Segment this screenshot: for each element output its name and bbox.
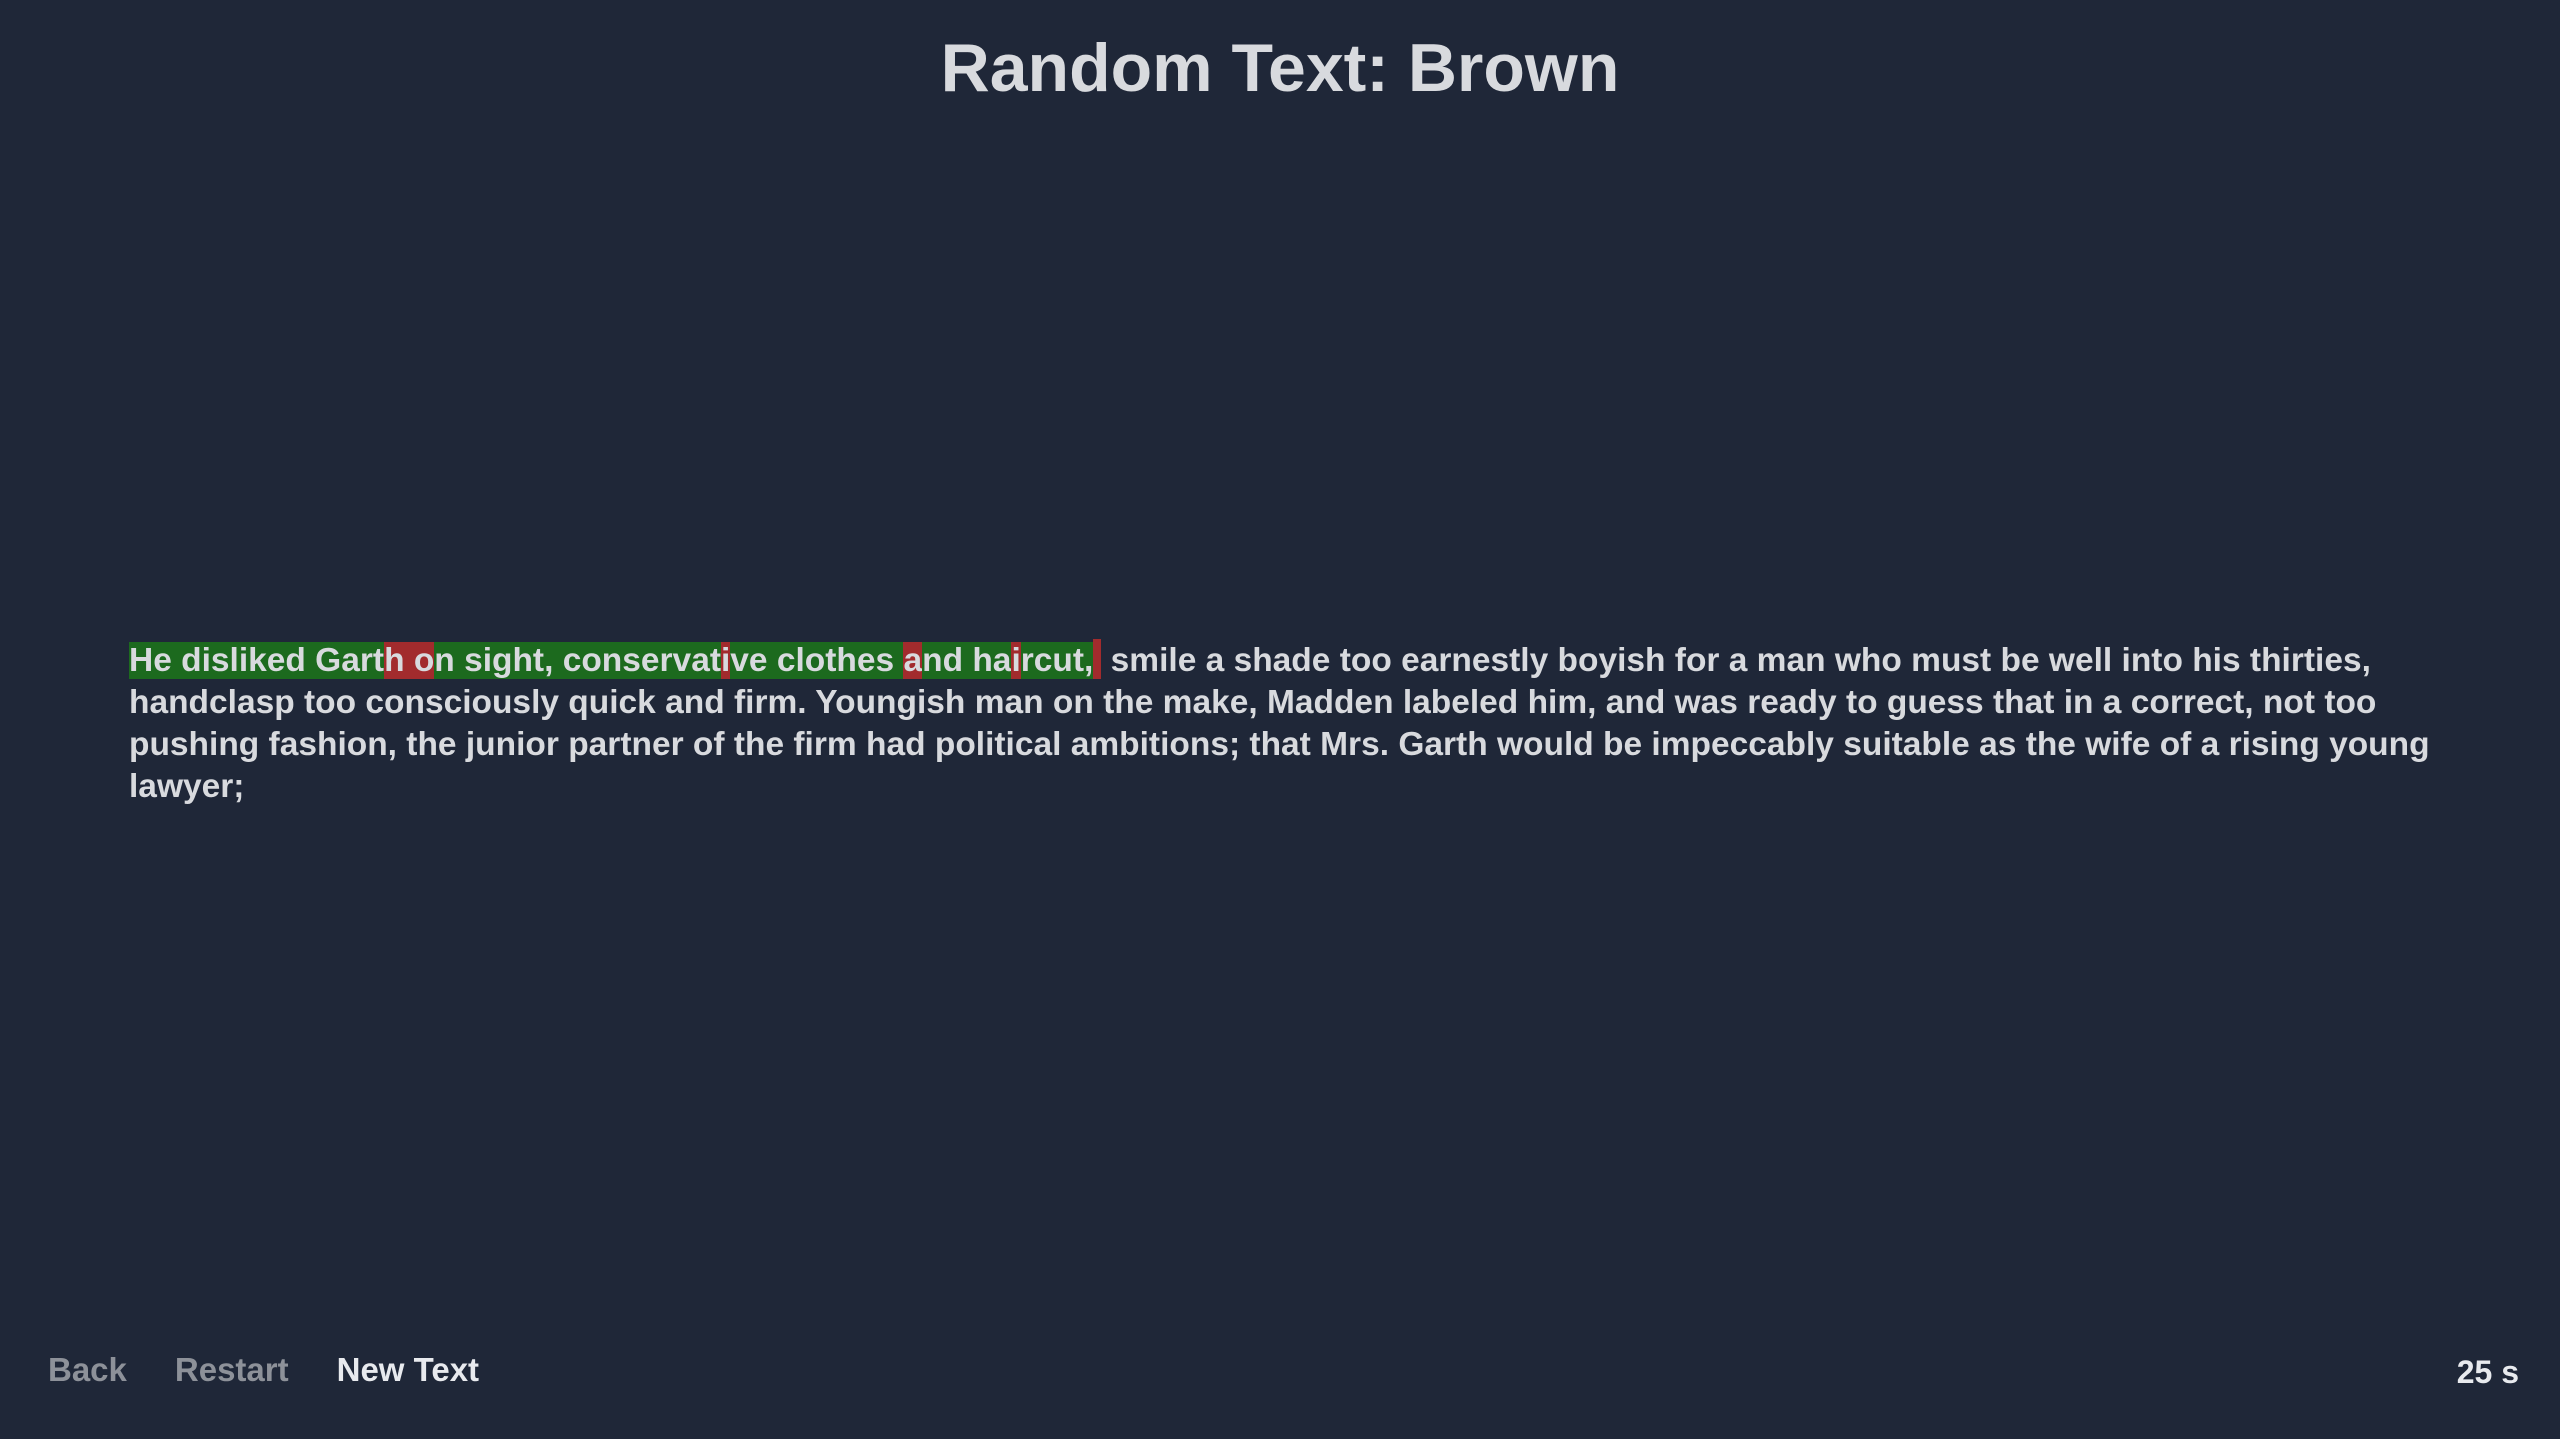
text-segment-correct: nd ha: [922, 642, 1012, 679]
typing-app: Random Text: Brown He disliked Garth on …: [0, 0, 2560, 1439]
restart-button[interactable]: Restart: [175, 1350, 289, 1390]
text-segment-correct: ve clothes: [730, 642, 904, 679]
text-segment-wrong: i: [720, 642, 731, 679]
timer-display: 25 s: [2456, 1354, 2519, 1390]
footer-nav: Back Restart New Text: [48, 1350, 479, 1390]
text-segment-correct: n sight, conservat: [434, 642, 721, 679]
text-segment-correct: He disliked Gart: [129, 642, 385, 679]
text-segment-correct: rcut,: [1020, 642, 1094, 679]
new-text-button[interactable]: New Text: [337, 1350, 479, 1390]
typing-text-passage[interactable]: He disliked Garth on sight, conservative…: [129, 639, 2441, 808]
page-title: Random Text: Brown: [940, 30, 1620, 106]
back-button[interactable]: Back: [48, 1350, 127, 1390]
text-segment-wrong: a: [903, 642, 923, 679]
text-segment-wrong: h o: [384, 642, 435, 679]
text-segment-wrong: i: [1011, 642, 1021, 679]
